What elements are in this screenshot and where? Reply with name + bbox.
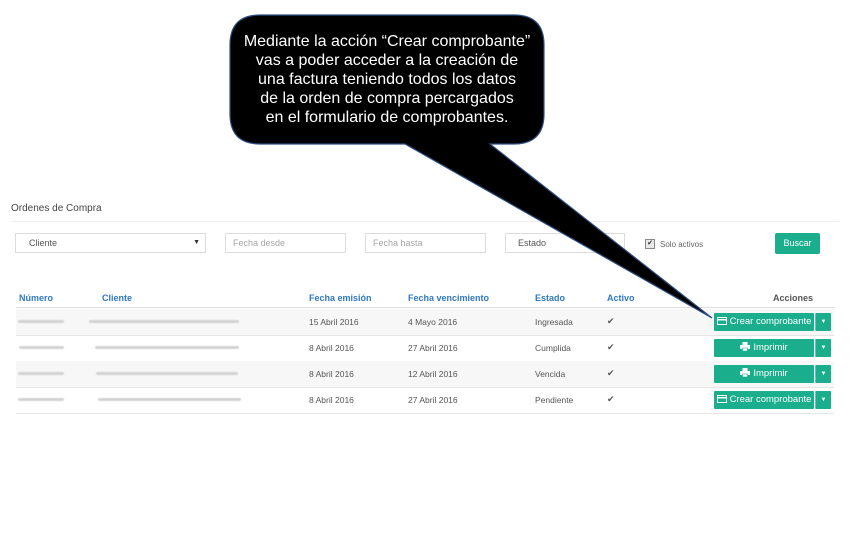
callout-line: Mediante la acción “Crear comprobante”: [243, 33, 531, 50]
callout-line: en el formulario de comprobantes.: [265, 109, 509, 126]
callout-text: Mediante la acción “Crear comprobante” v…: [229, 32, 545, 127]
callout-line: de la orden de compra percargados: [260, 90, 514, 107]
callout-line: vas a poder acceder a la creación de: [255, 52, 519, 69]
callout-line: una factura teniendo todos los datos: [258, 71, 516, 88]
